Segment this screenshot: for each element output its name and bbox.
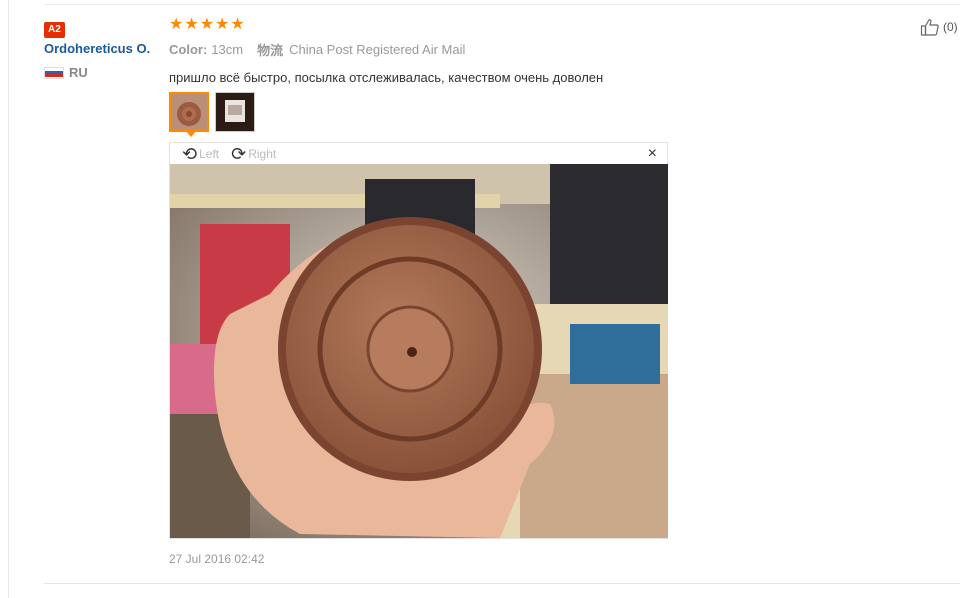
thumbnail-1[interactable] <box>169 92 209 132</box>
rotate-left-button[interactable]: ⟲ Left <box>182 145 219 163</box>
rotate-right-label: Right <box>248 146 277 161</box>
country-code: RU <box>69 65 88 80</box>
star-rating: ★ ★ ★ ★ ★ <box>169 17 869 33</box>
helpful-count: (0) <box>943 20 958 34</box>
bottom-divider <box>44 583 960 584</box>
helpful-button[interactable]: (0) <box>920 17 958 37</box>
star-icon: ★ <box>230 16 245 33</box>
top-divider <box>44 4 960 5</box>
russia-flag-icon <box>44 66 64 79</box>
image-viewer: ⟲ Left ⟳ Right × <box>169 142 668 539</box>
review-timestamp: 27 Jul 2016 02:42 <box>169 552 265 566</box>
buyer-level-badge: A2 <box>44 22 65 38</box>
shipping-label: 物流 <box>257 43 284 58</box>
thumbnail-2[interactable] <box>215 92 255 132</box>
viewer-toolbar: ⟲ Left ⟳ Right × <box>170 143 667 164</box>
star-icon: ★ <box>199 16 215 33</box>
color-label: Color: <box>169 42 208 57</box>
order-attributes: Color: 13cm 物流 China Post Registered Air… <box>169 40 869 59</box>
photo-thumbnails <box>169 92 255 132</box>
rotate-right-icon: ⟳ <box>231 143 247 164</box>
shipping-value: China Post Registered Air Mail <box>289 42 466 57</box>
reviewer-info: A2 Ordohereticus O. RU <box>44 19 169 80</box>
active-thumbnail-indicator <box>185 130 197 137</box>
star-icon: ★ <box>184 16 199 33</box>
rotate-left-label: Left <box>199 146 220 161</box>
color-value: 13cm <box>211 42 244 57</box>
left-divider <box>8 0 9 598</box>
star-icon: ★ <box>215 16 230 33</box>
review-photo <box>170 164 668 538</box>
reviewer-name[interactable]: Ordohereticus O. <box>44 41 169 56</box>
review-text: пришло всё быстро, посылка отслеживалась… <box>169 70 604 85</box>
close-viewer-button[interactable]: × <box>648 145 657 163</box>
thumbs-up-icon <box>920 19 939 36</box>
review-body: ★ ★ ★ ★ ★ Color: 13cm 物流 China Post Regi… <box>169 17 869 86</box>
rotate-left-icon: ⟲ <box>182 143 198 164</box>
reviewer-country: RU <box>44 65 169 80</box>
rotate-right-button[interactable]: ⟳ Right <box>231 145 276 163</box>
star-icon: ★ <box>169 16 184 33</box>
